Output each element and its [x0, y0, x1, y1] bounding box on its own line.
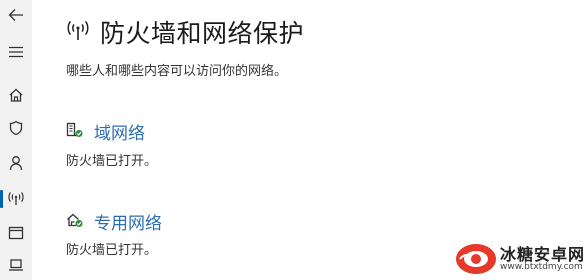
private-network-status: 防火墙已打开。: [66, 243, 158, 258]
domain-network-link[interactable]: 域网络: [94, 119, 145, 144]
menu-button[interactable]: [0, 37, 32, 67]
sidebar-rail: [0, 0, 32, 280]
private-network-icon: [67, 213, 83, 227]
sidebar-item-home[interactable]: [0, 80, 32, 110]
back-button[interactable]: [0, 0, 32, 30]
domain-network-icon-wrap: [66, 122, 84, 142]
laptop-icon: [9, 259, 23, 271]
watermark-logo: [456, 244, 496, 274]
home-icon: [9, 88, 23, 102]
window-icon: [8, 226, 24, 240]
watermark: 冰糖安卓网 www.btxtdmy.com: [452, 238, 584, 280]
shield-icon: [9, 120, 23, 136]
private-network-icon-wrap: [66, 212, 84, 232]
header-icon: [66, 20, 90, 46]
sidebar-item-device-security[interactable]: [0, 250, 32, 280]
private-network-link[interactable]: 专用网络: [94, 209, 162, 234]
watermark-url: www.btxtdmy.com: [500, 262, 583, 272]
domain-network-status: 防火墙已打开。: [66, 154, 158, 169]
sidebar-item-virus-protection[interactable]: [0, 113, 32, 143]
person-icon: [9, 156, 23, 171]
sidebar-item-app-browser-control[interactable]: [0, 218, 32, 248]
hamburger-icon: [9, 46, 23, 58]
domain-network-icon: [66, 122, 83, 137]
wireless-antenna-icon: [67, 20, 89, 40]
page-subtitle: 哪些人和哪些内容可以访问你的网络。: [66, 64, 288, 79]
wireless-antenna-icon: [8, 192, 24, 205]
back-arrow-icon: [8, 9, 23, 21]
sidebar-item-account-protection[interactable]: [0, 148, 32, 178]
page-title: 防火墙和网络保护: [100, 19, 305, 48]
sidebar-item-firewall-network[interactable]: [0, 184, 32, 214]
